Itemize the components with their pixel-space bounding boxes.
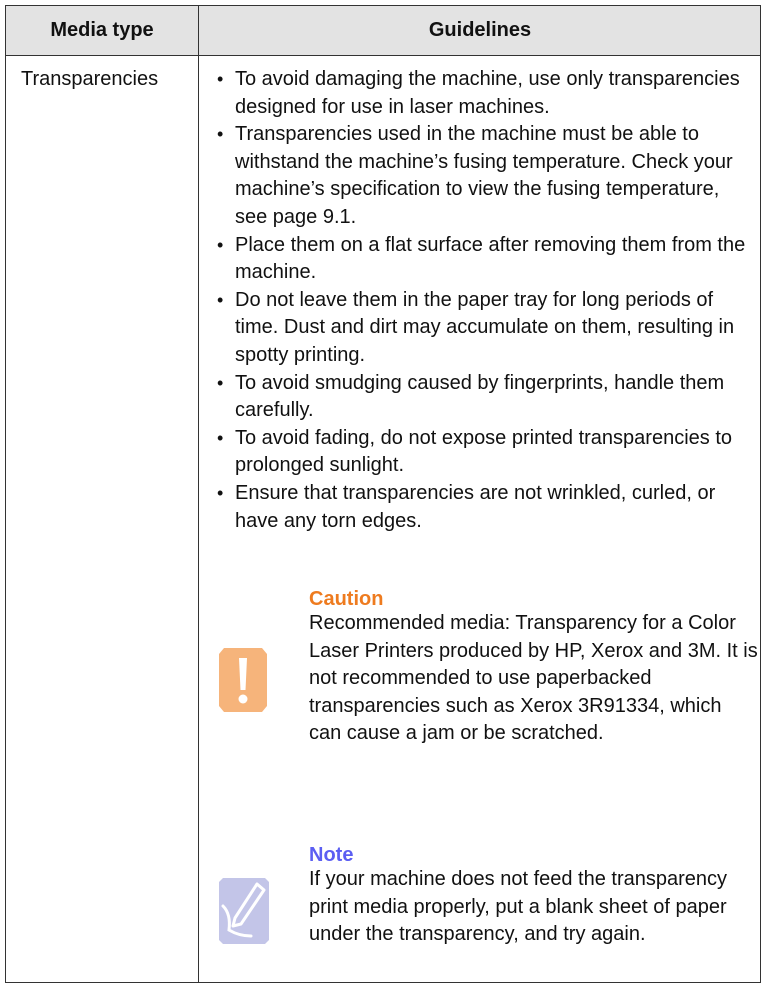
guidelines-list: To avoid damaging the machine, use only … — [216, 66, 756, 535]
guideline-item: Place them on a flat surface after remov… — [216, 232, 756, 287]
column-divider — [198, 6, 199, 982]
guideline-item: To avoid smudging caused by fingerprints… — [216, 370, 756, 425]
table-header: Media type Guidelines — [6, 6, 760, 56]
caution-title: Caution — [309, 588, 384, 610]
caution-callout: Caution Recommended media: Transparency … — [217, 588, 758, 828]
header-guidelines: Guidelines — [428, 19, 532, 41]
guideline-item: Transparencies used in the machine must … — [216, 121, 756, 231]
note-callout: Note If your machine does not feed the t… — [217, 844, 757, 984]
guideline-item: To avoid fading, do not expose printed t… — [216, 425, 756, 480]
header-media-type: Media type — [50, 19, 154, 41]
guideline-item: Do not leave them in the paper tray for … — [216, 287, 756, 370]
guideline-item: To avoid damaging the machine, use only … — [216, 66, 756, 121]
media-type-cell: Transparencies — [21, 68, 159, 90]
note-text: If your machine does not feed the transp… — [309, 868, 728, 946]
guideline-item: Ensure that transparencies are not wrink… — [216, 480, 756, 535]
note-title: Note — [309, 844, 354, 866]
pen-icon — [217, 876, 271, 946]
caution-text: Recommended media: Transparency for a Co… — [309, 612, 758, 745]
exclamation-icon — [217, 646, 269, 714]
media-guidelines-table: Media type Guidelines Transparencies To … — [5, 5, 761, 983]
